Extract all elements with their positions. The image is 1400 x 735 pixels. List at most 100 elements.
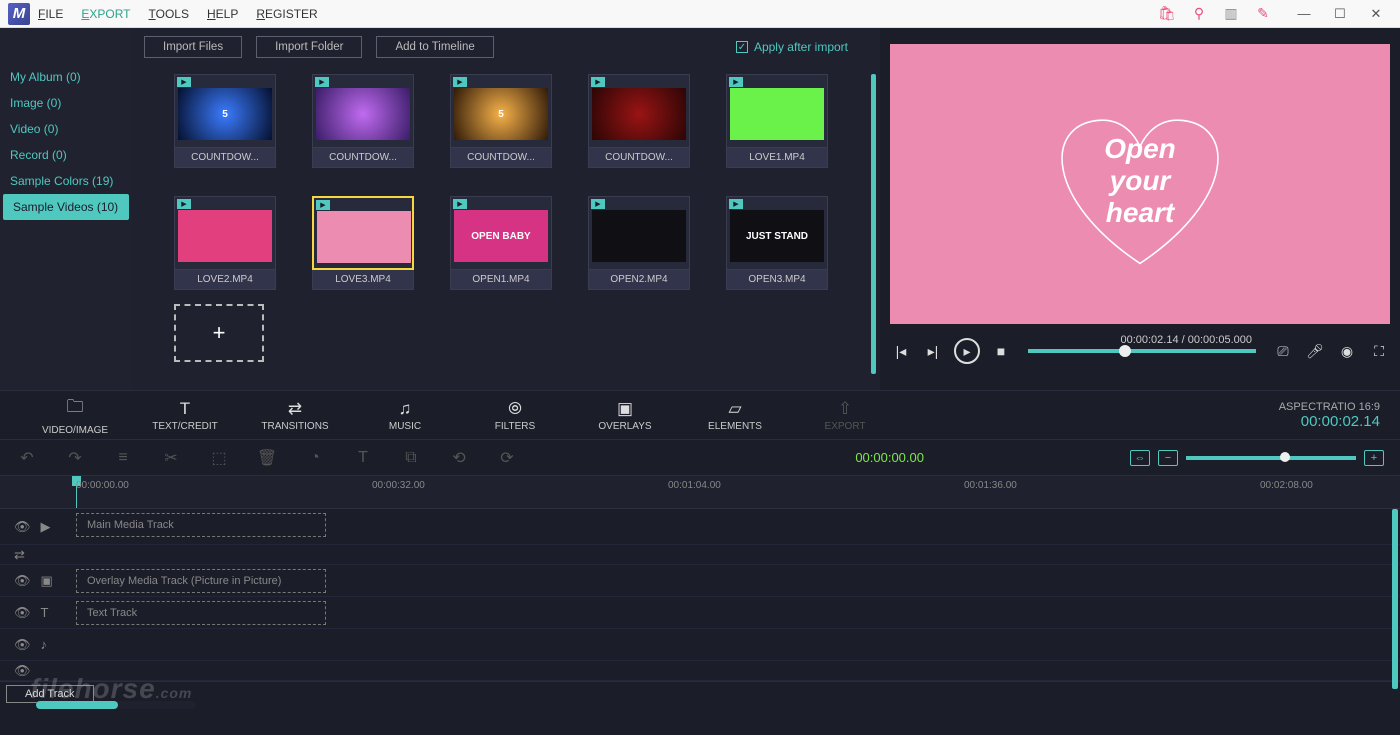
tab-export[interactable]: ⇧EXPORT — [790, 399, 900, 432]
media-item[interactable]: ▶LOVE3.MP4 — [312, 196, 414, 290]
text-track-placeholder[interactable]: Text Track — [76, 601, 326, 625]
import-folder-button[interactable]: Import Folder — [256, 36, 362, 58]
preview-time: 00:00:02.14 / 00:00:05.000 — [1120, 334, 1252, 346]
video-badge-icon: ▶ — [729, 199, 743, 209]
swap-icon[interactable]: ⇄ — [14, 547, 25, 563]
track-extra[interactable]: 👁 — [0, 661, 1400, 681]
tab-elements[interactable]: ▱ELEMENTS — [680, 399, 790, 432]
titlebar: M FILE EXPORT TOOLS HELP REGISTER 🛍 ⚲ ▥ … — [0, 0, 1400, 28]
eye-icon[interactable]: 👁 — [14, 663, 31, 679]
media-label: COUNTDOW... — [312, 148, 414, 168]
import-files-button[interactable]: Import Files — [144, 36, 242, 58]
stop-button[interactable]: ■ — [990, 340, 1012, 362]
eye-icon[interactable]: 👁 — [14, 519, 31, 535]
menu-register[interactable]: REGISTER — [256, 7, 317, 21]
track-main-media[interactable]: 👁▶ Main Media Track — [0, 509, 1400, 545]
undo-icon[interactable]: ↶ — [16, 448, 38, 468]
add-to-timeline-button[interactable]: Add to Timeline — [376, 36, 493, 58]
menu-file[interactable]: FILE — [38, 7, 63, 21]
preview-panel: Open your heart 00:00:02.14 / 00:00:05.0… — [880, 28, 1400, 390]
media-grid: ▶5COUNTDOW...▶COUNTDOW...▶5COUNTDOW...▶C… — [144, 74, 868, 290]
track-swap[interactable]: ⇄ — [0, 545, 1400, 565]
crop-icon[interactable]: ⬚ — [208, 448, 230, 468]
media-item[interactable]: ▶JUST STANDOPEN3.MP4 — [726, 196, 828, 290]
speed-icon[interactable]: ◔ — [304, 449, 326, 467]
tab-overlays[interactable]: ▣OVERLAYS — [570, 399, 680, 432]
sidebar-item-record[interactable]: Record (0) — [0, 142, 132, 168]
text-icon: T — [180, 399, 190, 419]
eye-icon[interactable]: 👁 — [14, 605, 31, 621]
add-media-button[interactable]: + — [174, 304, 264, 362]
main-track-placeholder[interactable]: Main Media Track — [76, 513, 326, 537]
overlay-icon: ▣ — [617, 399, 633, 419]
snapshot-icon[interactable]: ◉ — [1336, 340, 1358, 362]
cart-icon[interactable]: 🛍 — [1158, 5, 1176, 23]
tab-video-image[interactable]: 🗀VIDEO/IMAGE — [20, 394, 130, 436]
microphone-icon[interactable]: 🎤︎ — [1304, 340, 1326, 362]
tab-music[interactable]: ♫MUSIC — [350, 399, 460, 432]
delete-icon[interactable]: 🗑 — [256, 448, 278, 468]
next-frame-button[interactable]: ▸| — [922, 340, 944, 362]
media-item[interactable]: ▶LOVE2.MP4 — [174, 196, 276, 290]
text-tool-icon[interactable]: T — [352, 449, 374, 467]
sidebar-item-image[interactable]: Image (0) — [0, 90, 132, 116]
prev-frame-button[interactable]: |◂ — [890, 340, 912, 362]
ruler-mark: 00:00:00.00 — [76, 480, 129, 491]
sidebar-item-myalbum[interactable]: My Album (0) — [0, 64, 132, 90]
cut-icon[interactable]: ✂ — [160, 448, 182, 468]
layout-icon[interactable]: ▥ — [1222, 5, 1240, 23]
media-item[interactable]: ▶OPEN2.MP4 — [588, 196, 690, 290]
crop2-icon[interactable]: ⧉ — [400, 449, 422, 467]
tab-transitions[interactable]: ⇄TRANSITIONS — [240, 399, 350, 432]
media-item[interactable]: ▶ LOVE1.MP4 — [726, 74, 828, 168]
rotate-left-icon[interactable]: ⟲ — [448, 448, 470, 468]
track-audio[interactable]: 👁♪ — [0, 629, 1400, 661]
tracks-vertical-scrollbar[interactable] — [1392, 509, 1398, 689]
zoom-in-button[interactable]: + — [1364, 450, 1384, 466]
track-text[interactable]: 👁T Text Track — [0, 597, 1400, 629]
menu-help[interactable]: HELP — [207, 7, 238, 21]
timeline-ruler[interactable]: 00:00:00.00 00:00:32.00 00:01:04.00 00:0… — [0, 476, 1400, 508]
close-button[interactable]: ✕ — [1358, 0, 1394, 28]
menu-tools[interactable]: TOOLS — [149, 7, 189, 21]
media-label: COUNTDOW... — [174, 148, 276, 168]
redo-icon[interactable]: ↷ — [64, 448, 86, 468]
zoom-slider[interactable] — [1186, 456, 1356, 460]
category-tabs: 🗀VIDEO/IMAGE TTEXT/CREDIT ⇄TRANSITIONS ♫… — [0, 390, 1400, 440]
zoom-out-button[interactable]: − — [1158, 450, 1178, 466]
record-screen-icon[interactable]: ⎚ — [1272, 340, 1294, 362]
play-button[interactable]: ▸ — [954, 338, 980, 364]
media-item[interactable]: ▶5COUNTDOW... — [174, 74, 276, 168]
eye-icon[interactable]: 👁 — [14, 573, 31, 589]
rotate-right-icon[interactable]: ⟳ — [496, 448, 518, 468]
apply-after-import-toggle[interactable]: ✓ Apply after import — [736, 40, 868, 54]
eye-icon[interactable]: 👁 — [14, 637, 31, 653]
edit-icon[interactable]: ✎ — [1254, 5, 1272, 23]
track-overlay[interactable]: 👁▣ Overlay Media Track (Picture in Pictu… — [0, 565, 1400, 597]
media-item[interactable]: ▶COUNTDOW... — [312, 74, 414, 168]
preview-text: Open your heart — [1060, 134, 1220, 229]
settings-icon[interactable]: ≡ — [112, 449, 134, 467]
media-item[interactable]: ▶COUNTDOW... — [588, 74, 690, 168]
fullscreen-icon[interactable]: ⛶ — [1368, 340, 1390, 362]
media-item[interactable]: ▶5COUNTDOW... — [450, 74, 552, 168]
overlay-track-placeholder[interactable]: Overlay Media Track (Picture in Picture) — [76, 569, 326, 593]
minimize-button[interactable]: — — [1286, 0, 1322, 28]
app-logo: M — [8, 3, 30, 25]
sidebar-item-video[interactable]: Video (0) — [0, 116, 132, 142]
tab-filters[interactable]: ⦾FILTERS — [460, 399, 570, 432]
media-label: LOVE1.MP4 — [726, 148, 828, 168]
zoom-fit-button[interactable]: ⇔ — [1130, 450, 1150, 466]
menu-export[interactable]: EXPORT — [81, 7, 130, 21]
seek-slider[interactable] — [1028, 349, 1256, 353]
video-badge-icon: ▶ — [729, 77, 743, 87]
sidebar-item-samplecolors[interactable]: Sample Colors (19) — [0, 168, 132, 194]
tab-text-credit[interactable]: TTEXT/CREDIT — [130, 399, 240, 432]
maximize-button[interactable]: ☐ — [1322, 0, 1358, 28]
video-badge-icon: ▶ — [453, 199, 467, 209]
key-icon[interactable]: ⚲ — [1190, 5, 1208, 23]
folder-icon: 🗀 — [67, 394, 84, 423]
media-item[interactable]: ▶OPEN BABYOPEN1.MP4 — [450, 196, 552, 290]
sidebar-item-samplevideos[interactable]: Sample Videos (10) — [3, 194, 129, 220]
media-scrollbar[interactable] — [871, 74, 876, 374]
